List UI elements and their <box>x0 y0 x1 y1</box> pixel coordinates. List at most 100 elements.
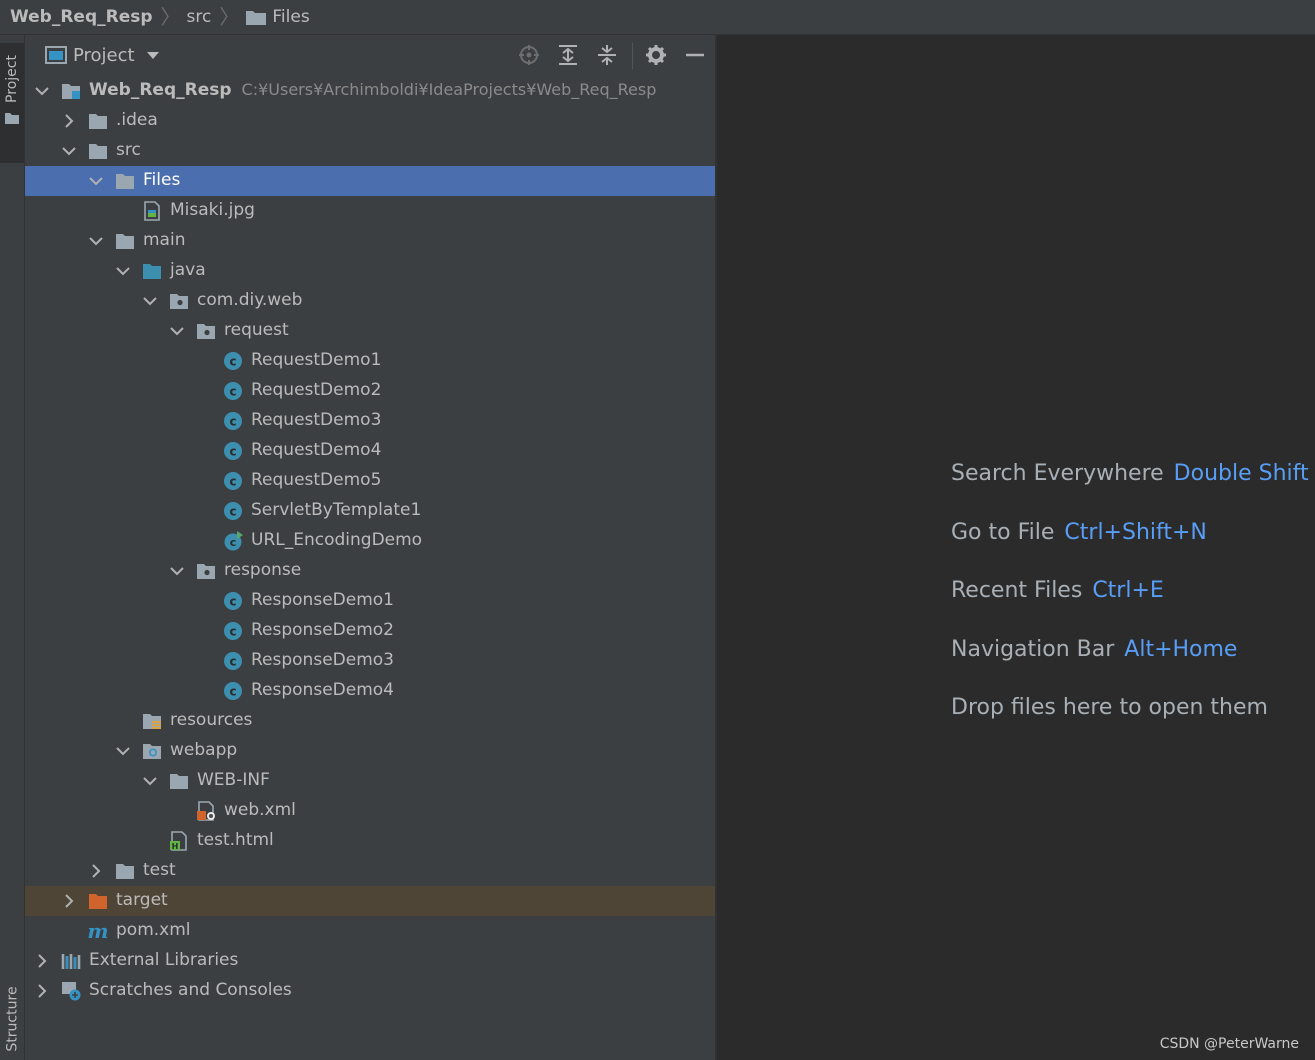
folder-icon <box>116 174 134 189</box>
chevron-down-icon[interactable] <box>116 744 130 758</box>
collapse-all-icon[interactable] <box>596 44 618 66</box>
hint-text: Navigation Bar <box>951 637 1115 662</box>
breadcrumb-separator: 〉 <box>219 5 240 29</box>
class-icon: c <box>224 622 242 640</box>
tree-row-request[interactable]: request <box>25 316 715 346</box>
tree-item-name: com.diy.web <box>197 290 303 310</box>
tree-row-requestdemo5[interactable]: c RequestDemo5 <box>25 466 715 496</box>
tree-item-name: Scratches and Consoles <box>89 980 292 1000</box>
class-icon: c <box>224 652 242 670</box>
tree-item-name: main <box>143 230 186 250</box>
editor-empty-area[interactable]: Search Everywhere Double Shift Go to File C… <box>717 35 1315 1060</box>
chevron-down-icon[interactable] <box>146 51 160 61</box>
chevron-down-icon[interactable] <box>89 174 103 188</box>
breadcrumb-src[interactable]: src 〉 <box>187 0 246 34</box>
tree-item-label: java <box>170 260 206 280</box>
breadcrumb-files[interactable]: Files <box>245 0 310 34</box>
svg-text:c: c <box>229 685 236 699</box>
tree-row-web-req-resp[interactable]: Web_Req_Resp C:¥Users¥Archimboldi¥IdeaPro… <box>25 76 715 106</box>
tree-row-requestdemo2[interactable]: c RequestDemo2 <box>25 376 715 406</box>
chevron-right-icon[interactable] <box>35 954 49 968</box>
panel-title[interactable]: Project <box>73 45 135 66</box>
chevron-down-icon[interactable] <box>116 264 130 278</box>
runnable-class-icon: c <box>224 531 243 551</box>
tree-row-java[interactable]: java <box>25 256 715 286</box>
tree-row-requestdemo4[interactable]: c RequestDemo4 <box>25 436 715 466</box>
tree-row-pom-xml[interactable]: m pom.xml <box>25 916 715 946</box>
tree-row-responsedemo3[interactable]: c ResponseDemo3 <box>25 646 715 676</box>
chevron-right-icon[interactable] <box>89 864 103 878</box>
chevron-down-icon[interactable] <box>143 774 157 788</box>
project-tool-tab[interactable]: Project <box>0 43 24 163</box>
chevron-down-icon[interactable] <box>89 234 103 248</box>
html-file-icon: H <box>170 831 187 851</box>
tree-row-requestdemo3[interactable]: c RequestDemo3 <box>25 406 715 436</box>
tree-row-main[interactable]: main <box>25 226 715 256</box>
tree-item-label: RequestDemo2 <box>251 380 381 400</box>
package-icon <box>197 324 215 339</box>
svg-text:c: c <box>229 475 236 489</box>
tree-item-name: pom.xml <box>116 920 191 940</box>
tree-item-name: ResponseDemo1 <box>251 590 394 610</box>
editor-hint: Recent Files Ctrl+E <box>951 578 1164 603</box>
tree-row-servletbytemplate1[interactable]: c ServletByTemplate1 <box>25 496 715 526</box>
expand-all-icon[interactable] <box>557 44 579 66</box>
tree-row-misaki-jpg[interactable]: Misaki.jpg <box>25 196 715 226</box>
tree-row-response[interactable]: response <box>25 556 715 586</box>
chevron-down-icon[interactable] <box>35 84 49 98</box>
tree-item-name: WEB-INF <box>197 770 270 790</box>
tree-item-label: src <box>116 140 141 160</box>
resources-folder-icon <box>143 714 161 729</box>
package-icon <box>197 564 215 579</box>
tree-row-web-xml[interactable]: web.xml <box>25 796 715 826</box>
chevron-right-icon[interactable] <box>62 894 76 908</box>
tree-row-webapp[interactable]: webapp <box>25 736 715 766</box>
tree-row-test-html[interactable]: Htest.html <box>25 826 715 856</box>
structure-tool-tab[interactable]: Structure <box>0 975 24 1060</box>
module-folder-icon <box>62 84 80 99</box>
tree-row-idea[interactable]: .idea <box>25 106 715 136</box>
chevron-down-icon[interactable] <box>170 324 184 338</box>
tree-item-name: Files <box>143 170 181 190</box>
tree-item-name: ServletByTemplate1 <box>251 500 422 520</box>
class-icon: c <box>224 352 242 370</box>
libraries-icon <box>61 954 81 969</box>
tree-row-web-inf[interactable]: WEB-INF <box>25 766 715 796</box>
project-path: C:¥Users¥Archimboldi¥IdeaProjects¥Web_Re… <box>241 80 657 99</box>
tree-row-requestdemo1[interactable]: c RequestDemo1 <box>25 346 715 376</box>
chevron-right-icon[interactable] <box>35 984 49 998</box>
gear-icon[interactable] <box>645 44 667 66</box>
tree-row-responsedemo2[interactable]: c ResponseDemo2 <box>25 616 715 646</box>
minimize-icon[interactable] <box>684 44 706 66</box>
tree-item-label: URL_EncodingDemo <box>251 530 422 550</box>
tree-row-test[interactable]: test <box>25 856 715 886</box>
editor-hint: Search Everywhere Double Shift <box>951 461 1309 486</box>
tree-row-external-libraries[interactable]: External Libraries <box>25 946 715 976</box>
tree-row-com-diy-web[interactable]: com.diy.web <box>25 286 715 316</box>
tree-row-responsedemo4[interactable]: c ResponseDemo4 <box>25 676 715 706</box>
tree-row-resources[interactable]: resources <box>25 706 715 736</box>
breadcrumb-project[interactable]: Web_Req_Resp 〉 <box>10 0 187 34</box>
locate-icon[interactable] <box>518 44 540 66</box>
tree-row-responsedemo1[interactable]: c ResponseDemo1 <box>25 586 715 616</box>
package-icon <box>170 294 188 309</box>
svg-text:m: m <box>88 921 108 941</box>
tree-row-src[interactable]: src <box>25 136 715 166</box>
tree-item-label: Web_Req_Resp C:¥Users¥Archimboldi¥IdeaPro… <box>89 80 656 100</box>
tree-row-url-encodingdemo[interactable]: c URL_EncodingDemo <box>25 526 715 556</box>
tree-item-name: ResponseDemo4 <box>251 680 394 700</box>
class-icon: c <box>224 442 242 460</box>
chevron-right-icon[interactable] <box>62 114 76 128</box>
tree-item-label: response <box>224 560 301 580</box>
tree-item-label: pom.xml <box>116 920 191 940</box>
tree-row-scratches-and-consoles[interactable]: Scratches and Consoles <box>25 976 715 1006</box>
chevron-down-icon[interactable] <box>170 564 184 578</box>
tree-row-files[interactable]: Files <box>25 166 715 196</box>
chevron-down-icon[interactable] <box>143 294 157 308</box>
maven-icon: m <box>88 921 108 941</box>
watermark: CSDN @PeterWarne <box>1159 1036 1299 1052</box>
tree-item-name: src <box>116 140 141 160</box>
tree-row-target[interactable]: target <box>25 886 715 916</box>
tree-item-label: RequestDemo3 <box>251 410 381 430</box>
chevron-down-icon[interactable] <box>62 144 76 158</box>
